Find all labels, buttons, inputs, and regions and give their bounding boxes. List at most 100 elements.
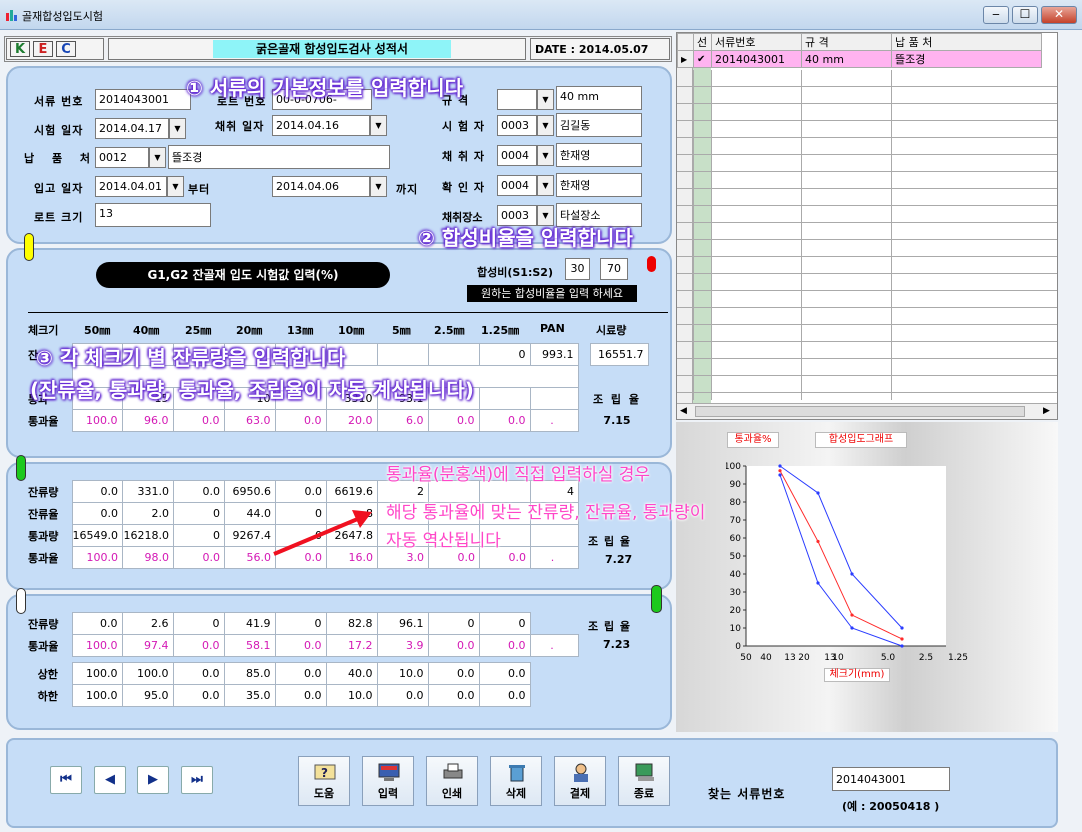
- g2-cell[interactable]: 16218.0: [122, 524, 174, 547]
- row-doc[interactable]: 2014043001: [711, 50, 802, 68]
- print-button[interactable]: 인쇄: [426, 756, 478, 806]
- sample-date-field[interactable]: 2014.04.16: [272, 115, 370, 136]
- search-input[interactable]: 2014043001: [832, 767, 950, 791]
- tester-code-field[interactable]: 0003: [497, 115, 537, 136]
- g2-cell[interactable]: 2.0: [122, 502, 174, 525]
- sample-date-dropdown-icon[interactable]: ▼: [370, 115, 387, 136]
- g1-pass-cell[interactable]: 20.0: [325, 409, 378, 432]
- g1-pass-cell[interactable]: .: [529, 409, 579, 432]
- doc-no-field[interactable]: 2014043001: [95, 89, 191, 110]
- checker-name-field[interactable]: 한재영: [556, 173, 642, 197]
- spec-code-field[interactable]: [497, 89, 537, 110]
- g1-cell[interactable]: [427, 343, 480, 366]
- row-spec[interactable]: 40 mm: [801, 50, 892, 68]
- supplier-dropdown-icon[interactable]: ▼: [149, 147, 166, 168]
- g1-cell[interactable]: [376, 343, 429, 366]
- col-spec[interactable]: 규 격: [801, 33, 892, 51]
- sampler-dropdown-icon[interactable]: ▼: [537, 145, 554, 166]
- g3-lower-cell[interactable]: 0.0: [172, 684, 225, 707]
- g3-upper-cell[interactable]: 0.0: [427, 662, 480, 685]
- g3-lower-cell[interactable]: 35.0: [223, 684, 276, 707]
- scroll-thumb[interactable]: [695, 406, 1025, 417]
- scroll-right-icon[interactable]: ▶: [1043, 406, 1050, 416]
- maximize-button[interactable]: ☐: [1012, 6, 1038, 24]
- input-button[interactable]: 입력: [362, 756, 414, 806]
- ratio-s1-field[interactable]: 30: [565, 258, 590, 280]
- col-supplier[interactable]: 납 품 처: [891, 33, 1042, 51]
- g1-pass-cell[interactable]: 0.0: [274, 409, 327, 432]
- exit-button[interactable]: 종료: [618, 756, 670, 806]
- test-date-dropdown-icon[interactable]: ▼: [169, 118, 186, 139]
- g1-pass-cell[interactable]: 0.0: [427, 409, 480, 432]
- help-button[interactable]: ? 도움: [298, 756, 350, 806]
- g2-cell[interactable]: 0: [173, 502, 225, 525]
- g3-upper-cell[interactable]: 0.0: [172, 662, 225, 685]
- lot-size-field[interactable]: 13: [95, 203, 211, 227]
- g2-pass-cell[interactable]: 100.0: [71, 546, 123, 569]
- g3-upper-cell[interactable]: 40.0: [325, 662, 378, 685]
- g3-lower-cell[interactable]: 0.0: [478, 684, 531, 707]
- receive-from-dropdown-icon[interactable]: ▼: [167, 176, 184, 197]
- g3-upper-cell[interactable]: 100.0: [121, 662, 174, 685]
- close-button[interactable]: ✕: [1041, 6, 1077, 24]
- next-record-button[interactable]: ▶: [137, 766, 169, 794]
- g3-lower-cell[interactable]: 0.0: [274, 684, 327, 707]
- g2-pass-cell[interactable]: 98.0: [122, 546, 174, 569]
- first-record-button[interactable]: ⏮: [50, 766, 82, 794]
- g2-cell[interactable]: 0.0: [71, 502, 123, 525]
- g3-upper-cell[interactable]: 0.0: [274, 662, 327, 685]
- supplier-code-field[interactable]: 0012: [95, 147, 149, 168]
- g2-pass-cell[interactable]: .: [530, 546, 579, 569]
- supplier-name-field[interactable]: 뜰조경: [168, 145, 390, 169]
- g1-cell[interactable]: 0: [478, 343, 531, 366]
- g3-upper-cell[interactable]: 85.0: [223, 662, 276, 685]
- last-record-button[interactable]: ⏭: [181, 766, 213, 794]
- row-checkbox[interactable]: ✔: [693, 50, 712, 68]
- sampler-name-field[interactable]: 한재영: [556, 143, 642, 167]
- g3-upper-cell[interactable]: 0.0: [478, 662, 531, 685]
- g1-cell[interactable]: 993.1: [529, 343, 579, 366]
- checker-code-field[interactable]: 0004: [497, 175, 537, 196]
- g1-cell[interactable]: [529, 387, 579, 410]
- g2-cell[interactable]: 0.0: [71, 480, 123, 503]
- g2-cell[interactable]: 16549.0: [71, 524, 123, 547]
- g3-lower-cell[interactable]: 0.0: [376, 684, 429, 707]
- g3-lower-cell[interactable]: 100.0: [71, 684, 123, 707]
- g1-pass-cell[interactable]: 100.0: [71, 409, 123, 432]
- g2-cell[interactable]: 0.0: [173, 480, 225, 503]
- tester-name-field[interactable]: 김길동: [556, 113, 642, 137]
- spec-field[interactable]: 40 mm: [556, 86, 642, 110]
- g2-cell[interactable]: 331.0: [122, 480, 174, 503]
- g3-upper-cell[interactable]: 10.0: [376, 662, 429, 685]
- receive-from-field[interactable]: 2014.04.01: [95, 176, 167, 197]
- g2-pass-cell[interactable]: 0.0: [173, 546, 225, 569]
- g3-lower-cell[interactable]: 95.0: [121, 684, 174, 707]
- g1-sample-qty[interactable]: 16551.7: [589, 343, 649, 366]
- graph-button[interactable]: 합성입도그래프: [815, 432, 907, 448]
- g1-pass-cell[interactable]: 96.0: [121, 409, 174, 432]
- spec-dropdown-icon[interactable]: ▼: [537, 89, 554, 110]
- checker-dropdown-icon[interactable]: ▼: [537, 175, 554, 196]
- h-scrollbar[interactable]: ◀ ▶: [677, 403, 1057, 419]
- test-date-field[interactable]: 2014.04.17: [95, 118, 169, 139]
- g1-pass-cell[interactable]: 6.0: [376, 409, 429, 432]
- col-doc[interactable]: 서류번호: [711, 33, 802, 51]
- list-row[interactable]: ▶ ✔ 2014043001 40 mm 뜰조경: [677, 50, 1042, 68]
- tester-dropdown-icon[interactable]: ▼: [537, 115, 554, 136]
- approve-button[interactable]: 결제: [554, 756, 606, 806]
- delete-button[interactable]: 삭제: [490, 756, 542, 806]
- prev-record-button[interactable]: ◀: [94, 766, 126, 794]
- g1-pass-cell[interactable]: 0.0: [172, 409, 225, 432]
- receive-to-dropdown-icon[interactable]: ▼: [370, 176, 387, 197]
- receive-to-field[interactable]: 2014.04.06: [272, 176, 370, 197]
- sampler-code-field[interactable]: 0004: [497, 145, 537, 166]
- g3-upper-cell[interactable]: 100.0: [71, 662, 123, 685]
- col-select[interactable]: 선: [693, 33, 712, 51]
- g3-lower-cell[interactable]: 0.0: [427, 684, 480, 707]
- g2-cell[interactable]: [530, 524, 579, 547]
- pass-rate-button[interactable]: 통과율%: [727, 432, 779, 448]
- g1-pass-cell[interactable]: 63.0: [223, 409, 276, 432]
- ratio-s2-field[interactable]: 70: [600, 258, 628, 280]
- g1-cell[interactable]: [478, 387, 531, 410]
- scroll-left-icon[interactable]: ◀: [680, 406, 687, 416]
